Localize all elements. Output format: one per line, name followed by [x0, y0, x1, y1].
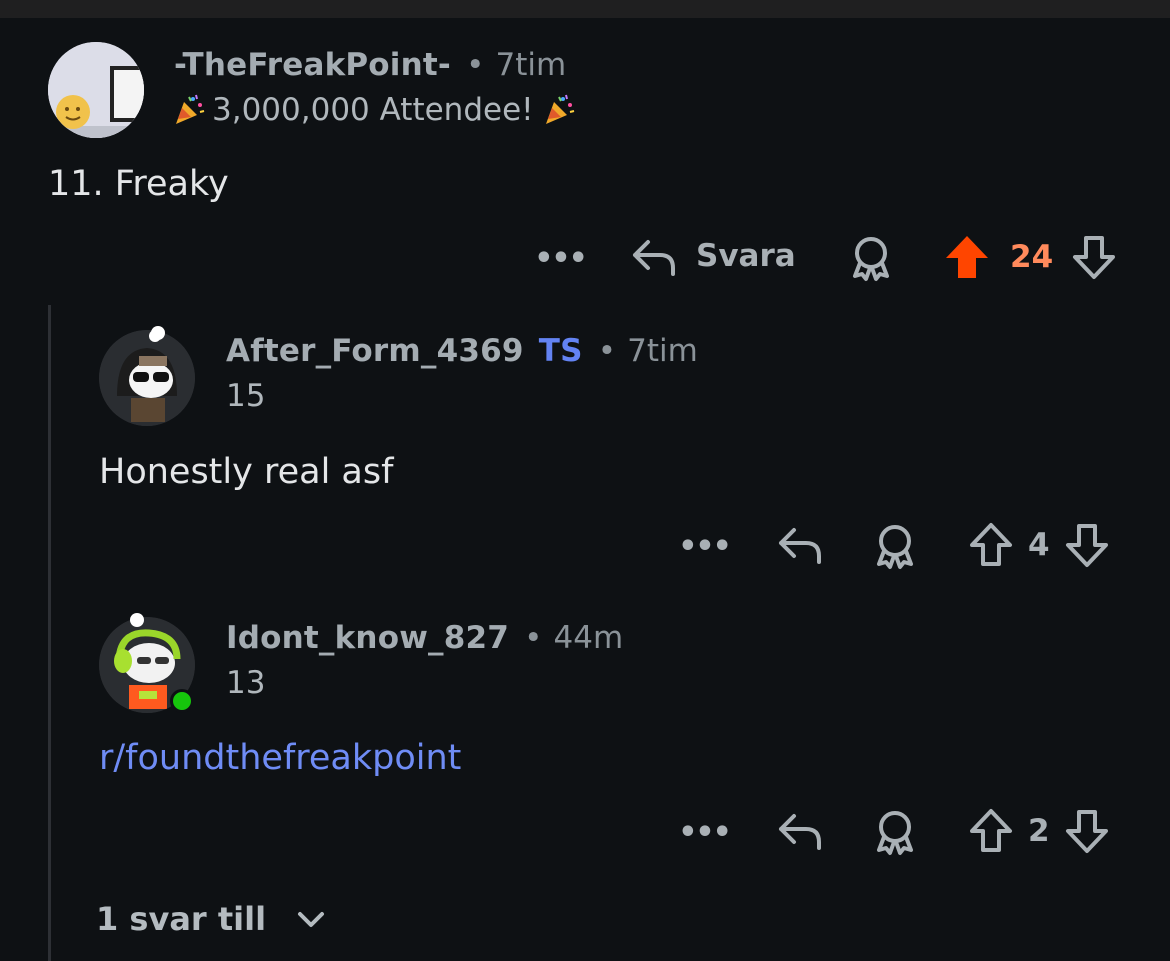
reply-arrow-icon[interactable] [776, 522, 824, 566]
user-flair: 3,000,000 Attendee! [212, 92, 534, 128]
more-options-icon[interactable]: ••• [534, 238, 588, 278]
timestamp: 44m [553, 620, 624, 656]
vote-count: 24 [1010, 239, 1054, 275]
more-replies-button[interactable]: 1 svar till [96, 900, 326, 938]
upvote-icon[interactable] [968, 808, 1014, 854]
snoo-antenna [151, 326, 165, 340]
award-icon[interactable] [872, 522, 918, 570]
user-flair: 13 [226, 665, 266, 701]
online-status-indicator [170, 689, 194, 713]
avatar[interactable] [99, 330, 195, 426]
username[interactable]: Idont_know_827 [226, 620, 509, 656]
more-options-icon[interactable]: ••• [678, 812, 732, 852]
snoo-antenna [130, 613, 144, 627]
more-replies-label: 1 svar till [96, 900, 267, 938]
vote-count: 2 [1028, 813, 1050, 849]
op-tag: TS [538, 333, 583, 369]
award-icon[interactable] [848, 234, 894, 282]
thread-line[interactable] [48, 305, 51, 961]
more-options-icon[interactable]: ••• [678, 526, 732, 566]
user-flair: 15 [226, 378, 266, 414]
reply-arrow-icon [630, 234, 678, 278]
chevron-down-icon [296, 909, 326, 929]
comment-body: 11. Freaky [48, 164, 229, 204]
downvote-icon[interactable] [1064, 522, 1110, 568]
username[interactable]: -TheFreakPoint- [174, 47, 451, 83]
timestamp: 7tim [627, 333, 698, 369]
award-icon[interactable] [872, 808, 918, 856]
top-bar [0, 0, 1170, 18]
party-popper-icon [542, 93, 576, 127]
separator-dot: • [524, 620, 543, 656]
username[interactable]: After_Form_4369 [226, 333, 524, 369]
separator-dot: • [597, 333, 617, 369]
downvote-icon[interactable] [1071, 234, 1117, 280]
subreddit-link[interactable]: r/foundthefreakpoint [99, 738, 461, 778]
downvote-icon[interactable] [1064, 808, 1110, 854]
upvote-icon[interactable] [968, 522, 1014, 568]
comment-body: Honestly real asf [99, 452, 394, 492]
party-popper-icon [172, 93, 206, 127]
timestamp: 7tim [495, 47, 567, 83]
reply-arrow-icon[interactable] [776, 808, 824, 852]
avatar-image [99, 330, 195, 426]
avatar-image [48, 42, 144, 138]
avatar[interactable] [48, 42, 144, 138]
vote-count: 4 [1028, 527, 1050, 563]
reply-button[interactable]: Svara [630, 234, 796, 278]
reply-label: Svara [696, 238, 796, 274]
upvote-filled-icon[interactable] [944, 234, 990, 280]
separator-dot: • [466, 47, 485, 83]
